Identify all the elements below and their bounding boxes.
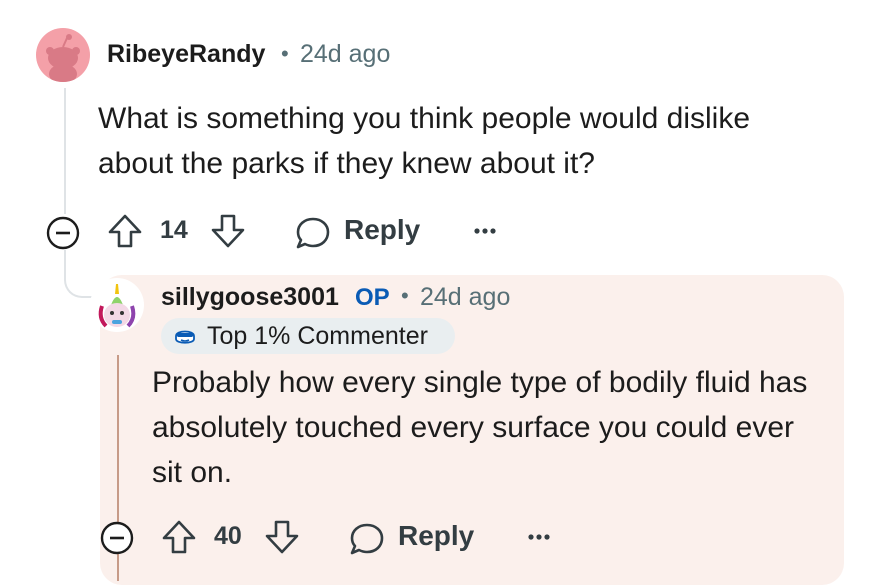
downvote-arrow-icon [265, 520, 299, 554]
meta-separator: • [281, 41, 289, 66]
comment-username[interactable]: RibeyeRandy [107, 40, 265, 69]
flair-label: Top 1% Commenter [207, 322, 428, 350]
downvote-button[interactable] [209, 212, 247, 250]
user-flair: Top 1% Commenter [161, 318, 455, 354]
upvote-arrow-icon [108, 214, 142, 248]
reply-label: Reply [398, 520, 475, 551]
comment-body-line: What is something you think people would… [98, 102, 751, 135]
collapse-button[interactable] [45, 215, 81, 251]
downvote-arrow-icon [211, 214, 245, 248]
reply-body-line: absolutely touched every surface you cou… [152, 411, 795, 444]
reply-body: Probably how every single type of bodily… [152, 360, 807, 495]
upvote-button[interactable] [160, 518, 198, 556]
reply-button[interactable]: Reply [294, 212, 420, 252]
downvote-button[interactable] [263, 518, 301, 556]
ellipsis-icon [528, 534, 550, 540]
collapse-minus-icon [100, 521, 134, 555]
avatar[interactable] [36, 28, 90, 82]
reply-body-line: sit on. [152, 456, 233, 489]
reply-label: Reply [344, 214, 421, 245]
avatar[interactable] [90, 278, 144, 332]
collapse-minus-icon [46, 216, 80, 250]
comment-timestamp[interactable]: 24d ago [300, 40, 390, 69]
thread-line [64, 88, 66, 214]
op-badge: OP [355, 284, 390, 311]
unicorn-avatar-icon [91, 279, 143, 331]
collapse-button[interactable] [99, 520, 135, 556]
reply-username[interactable]: sillygoose3001 [161, 283, 339, 312]
cool-face-icon [175, 330, 195, 344]
reply-body-line: Probably how every single type of bodily… [152, 366, 808, 399]
more-options-button[interactable] [526, 526, 552, 548]
reply-timestamp[interactable]: 24d ago [420, 283, 510, 312]
speech-bubble-icon [350, 523, 384, 555]
meta-separator: • [401, 283, 409, 308]
vote-count: 14 [160, 216, 188, 244]
upvote-arrow-icon [162, 520, 196, 554]
upvote-button[interactable] [106, 212, 144, 250]
comment-body-line: about the parks if they knew about it? [98, 147, 595, 180]
reddit-snoo-icon [46, 34, 80, 82]
reply-button[interactable]: Reply [348, 518, 474, 558]
vote-count: 40 [214, 522, 242, 550]
ellipsis-icon [474, 228, 496, 234]
comment-body: What is something you think people would… [98, 96, 750, 186]
speech-bubble-icon [296, 217, 330, 249]
more-options-button[interactable] [472, 220, 498, 242]
